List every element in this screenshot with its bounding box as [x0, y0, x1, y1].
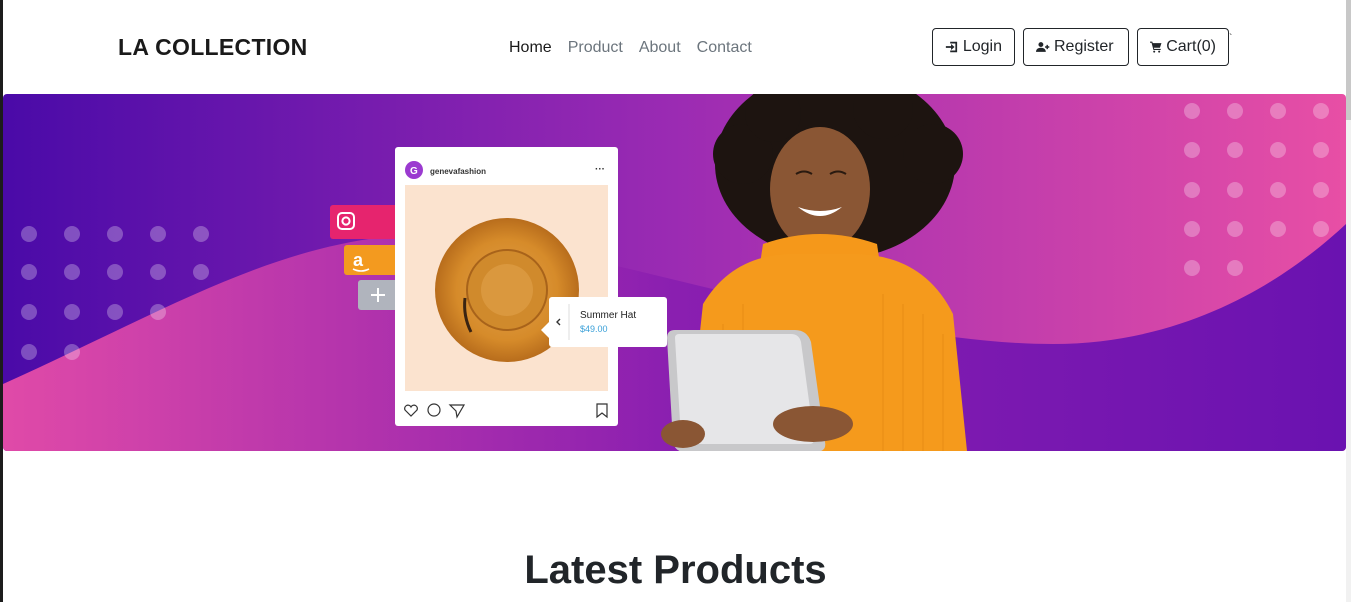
nav-links: Home Product About Contact [501, 38, 760, 58]
svg-text:···: ··· [595, 164, 605, 175]
sign-in-icon [945, 41, 958, 53]
cart-label: Cart(0) [1166, 38, 1216, 55]
instagram-tab [330, 205, 400, 239]
scrollbar-thumb[interactable] [1346, 0, 1351, 120]
svg-text:Summer Hat: Summer Hat [580, 310, 636, 321]
login-button[interactable]: Login [932, 28, 1015, 66]
hero-illustration: a G genevafashion ··· Summer Hat $49.00 [3, 94, 1346, 451]
svg-text:genevafashion: genevafashion [430, 167, 486, 176]
latest-products-heading: Latest Products [524, 548, 827, 592]
scrollbar[interactable] [1346, 0, 1351, 602]
product-tag [549, 297, 667, 347]
nav-link-product[interactable]: Product [560, 38, 631, 58]
svg-text:$49.00: $49.00 [580, 324, 608, 334]
nav-link-about[interactable]: About [631, 38, 689, 58]
register-button[interactable]: Register [1023, 28, 1129, 66]
register-label: Register [1054, 38, 1114, 55]
svg-text:a: a [353, 250, 364, 270]
nav-link-home[interactable]: Home [501, 38, 560, 58]
cursor-mark: ` [1229, 33, 1233, 44]
navbar: LA COLLECTION Home Product About Contact… [3, 0, 1346, 94]
login-label: Login [962, 38, 1002, 55]
nav-buttons: Login Register Cart(0) [932, 28, 1229, 66]
cart-button[interactable]: Cart(0) [1137, 28, 1229, 66]
hero-banner: a G genevafashion ··· Summer Hat $49.00 [3, 94, 1346, 451]
cart-icon [1150, 41, 1162, 53]
svg-text:G: G [410, 166, 418, 177]
brand-logo[interactable]: LA COLLECTION [118, 34, 308, 61]
user-plus-icon [1036, 42, 1050, 52]
nav-link-contact[interactable]: Contact [689, 38, 760, 58]
